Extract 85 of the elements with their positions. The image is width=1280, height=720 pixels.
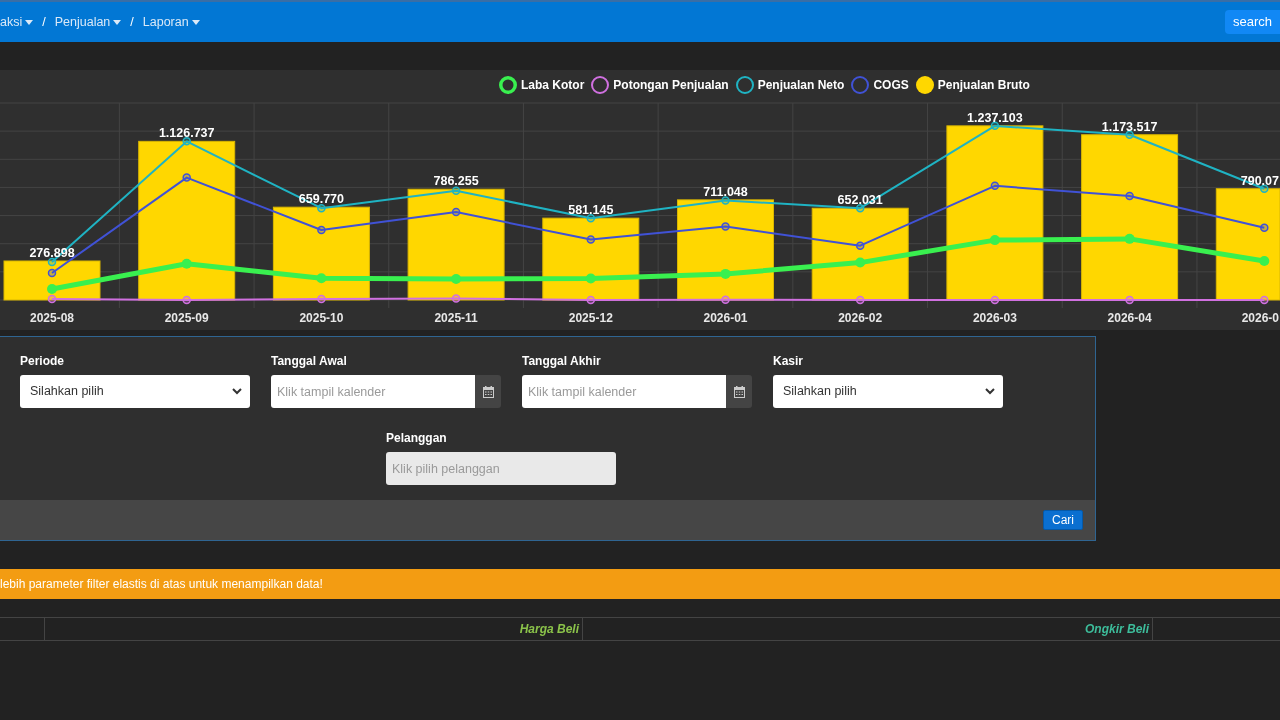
line-point	[855, 295, 865, 305]
line-point	[182, 295, 191, 305]
breadcrumb-separator: /	[42, 13, 46, 31]
field-label: Kasir	[773, 353, 805, 369]
axis-label: 2026-0	[1241, 311, 1279, 325]
line-point	[451, 186, 461, 196]
search-button[interactable]: search	[1224, 10, 1280, 34]
line-point	[990, 181, 1000, 190]
chevron-down-icon	[232, 388, 242, 395]
line-point	[1260, 223, 1269, 232]
line-point	[451, 273, 462, 284]
line-point	[586, 295, 596, 305]
axis-label: 2026-01	[703, 311, 748, 325]
axis-label: 2025-12	[568, 311, 613, 325]
calendar-button[interactable]	[475, 375, 501, 408]
line-point	[1124, 233, 1135, 244]
axis-label: 2026-03	[972, 311, 1017, 325]
value-label: 711.048	[703, 184, 748, 199]
breadcrumb-link[interactable]: aksi	[0, 12, 34, 32]
line-point	[182, 173, 191, 182]
line-point	[990, 295, 1000, 305]
line-point	[1125, 191, 1134, 201]
field-label: Pelanggan	[386, 430, 448, 446]
legend-label: Potongan Penjualan	[613, 77, 729, 94]
value-label: 581.145	[568, 203, 614, 218]
legend-label: Penjualan Bruto	[937, 77, 1030, 94]
field-label: Periode	[20, 353, 65, 369]
axis-label: 2026-02	[838, 311, 883, 325]
calendar-icon	[482, 385, 494, 398]
line-point	[1259, 256, 1270, 266]
value-label: 790.07	[1240, 173, 1279, 188]
line-point	[47, 268, 57, 278]
field-label: Tanggal Awal	[271, 353, 348, 369]
line-point	[989, 235, 1000, 246]
line-point	[721, 295, 730, 304]
date-input[interactable]: Klik tampil kalender	[271, 375, 475, 408]
date-input[interactable]: Klik tampil kalender	[522, 375, 726, 408]
axis-label: 2025-09	[164, 311, 209, 325]
line-point	[586, 213, 596, 223]
legend-label: COGS	[873, 77, 909, 94]
value-label: 1.126.737	[158, 126, 215, 141]
text-input[interactable]: Klik pilih pelanggan	[386, 452, 616, 485]
value-label: 1.173.517	[1101, 119, 1158, 134]
field-label: Tanggal Akhir	[522, 353, 602, 369]
line-point	[181, 258, 192, 269]
line-point	[855, 241, 865, 250]
line-point	[317, 294, 326, 304]
column-header: Ongkir Beli	[1085, 621, 1149, 638]
line-point	[317, 225, 326, 235]
line-point	[47, 284, 57, 295]
axis-label: 2025-08	[30, 311, 74, 325]
breadcrumb-separator: /	[130, 13, 134, 31]
axis-label: 2026-04	[1107, 311, 1152, 325]
line-point	[855, 257, 866, 268]
calendar-icon	[733, 385, 745, 398]
calendar-button[interactable]	[726, 375, 752, 408]
line-point	[316, 273, 327, 284]
column-header: Harga Beli	[519, 621, 579, 638]
select-field[interactable]: Silahkan pilih	[773, 375, 1003, 408]
axis-label: 2025-11	[434, 311, 478, 325]
line-point	[1125, 295, 1134, 305]
line-point	[720, 268, 731, 279]
line-point	[451, 294, 461, 303]
value-label: 1.237.103	[967, 110, 1023, 125]
select-field[interactable]: Silahkan pilih	[20, 375, 250, 408]
line-point	[585, 273, 596, 284]
line-point	[451, 207, 461, 217]
line-point	[1125, 130, 1134, 139]
line-point	[721, 196, 730, 205]
legend-label: Laba Kotor	[521, 77, 585, 94]
breadcrumb-link[interactable]: Penjualan	[54, 12, 122, 32]
value-label: 786.255	[433, 174, 479, 189]
line-point	[1260, 295, 1269, 305]
alert-message: lebih parameter filter elastis di atas untuk menampilkan data!	[0, 576, 323, 593]
search-submit-button[interactable]: Cari	[1043, 510, 1083, 530]
line-point	[586, 235, 596, 244]
line-point	[721, 222, 730, 231]
line-point	[990, 121, 1000, 131]
chevron-down-icon	[985, 388, 995, 395]
line-point	[1260, 184, 1269, 193]
line-point	[47, 294, 57, 304]
axis-label: 2025-10	[299, 311, 344, 325]
line-point	[182, 137, 191, 146]
breadcrumb-link[interactable]: Laporan	[142, 12, 200, 32]
legend-label: Penjualan Neto	[757, 77, 845, 94]
